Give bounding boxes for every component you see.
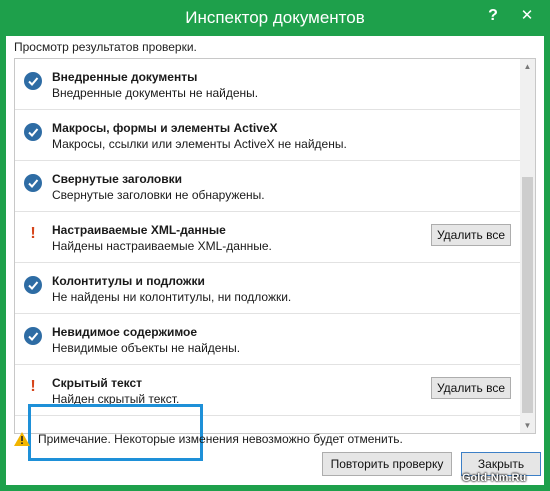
result-item: Внедренные документы Внедренные документы… xyxy=(15,59,520,110)
result-item-title: Невидимое содержимое xyxy=(52,325,198,339)
note-text: Примечание. Некоторые изменения невозмож… xyxy=(38,432,403,446)
results-subtitle: Просмотр результатов проверки. xyxy=(14,40,197,54)
result-item: Невидимое содержимое Невидимые объекты не… xyxy=(15,314,520,365)
result-item-title: Внедренные документы xyxy=(52,70,198,84)
recheck-button[interactable]: Повторить проверку xyxy=(322,452,452,476)
result-item: Колонтитулы и подложки Не найдены ни коло… xyxy=(15,263,520,314)
remove-all-button[interactable]: Удалить все xyxy=(431,224,511,246)
remove-all-button[interactable]: Удалить все xyxy=(431,377,511,399)
scroll-down-icon[interactable]: ▼ xyxy=(520,418,535,433)
scroll-up-icon[interactable]: ▲ xyxy=(520,59,535,74)
result-item-description: Не найдены ни колонтитулы, ни подложки. xyxy=(52,290,292,304)
result-item-title: Скрытый текст xyxy=(52,376,143,390)
check-circle-icon xyxy=(24,72,42,90)
scroll-thumb[interactable] xyxy=(522,177,533,413)
vertical-scrollbar[interactable]: ▲ ▼ xyxy=(520,59,535,433)
result-item-description: Невидимые объекты не найдены. xyxy=(52,341,241,355)
result-item-description: Найдены настраиваемые XML-данные. xyxy=(52,239,272,253)
exclamation-icon: ! xyxy=(30,225,36,242)
result-item-title: Настраиваемые XML-данные xyxy=(52,223,226,237)
result-item-description: Свернутые заголовки не обнаружены. xyxy=(52,188,265,202)
result-item-description: Макросы, ссылки или элементы ActiveX не … xyxy=(52,137,347,151)
check-circle-icon xyxy=(24,123,42,141)
result-item-title: Свернутые заголовки xyxy=(52,172,182,186)
result-item: ! Настраиваемые XML-данные Найдены настраи… xyxy=(15,212,520,263)
close-icon[interactable]: ✕ xyxy=(512,2,542,30)
result-item-title: Макросы, формы и элементы ActiveX xyxy=(52,121,278,135)
help-icon[interactable]: ? xyxy=(478,2,508,30)
check-circle-icon xyxy=(24,174,42,192)
result-item: Свернутые заголовки Свернутые заголовки н… xyxy=(15,161,520,212)
check-circle-icon xyxy=(24,276,42,294)
result-item: Макросы, формы и элементы ActiveX Макросы… xyxy=(15,110,520,161)
results-list[interactable]: Внедренные документы Внедренные документы… xyxy=(14,58,536,434)
title-bar[interactable]: Инспектор документов ? ✕ xyxy=(0,0,550,36)
result-item-description: Внедренные документы не найдены. xyxy=(52,86,259,100)
exclamation-icon: ! xyxy=(30,378,36,395)
document-inspector-window: Инспектор документов ? ✕ Просмотр резуль… xyxy=(0,0,550,491)
window-title: Инспектор документов xyxy=(185,8,365,27)
result-item-title: Колонтитулы и подложки xyxy=(52,274,205,288)
warning-triangle-icon xyxy=(14,432,30,446)
check-circle-icon xyxy=(24,327,42,345)
dialog-body: Просмотр результатов проверки. Внедренны… xyxy=(6,36,544,485)
watermark: Gold-Nm.Ru xyxy=(462,472,527,484)
